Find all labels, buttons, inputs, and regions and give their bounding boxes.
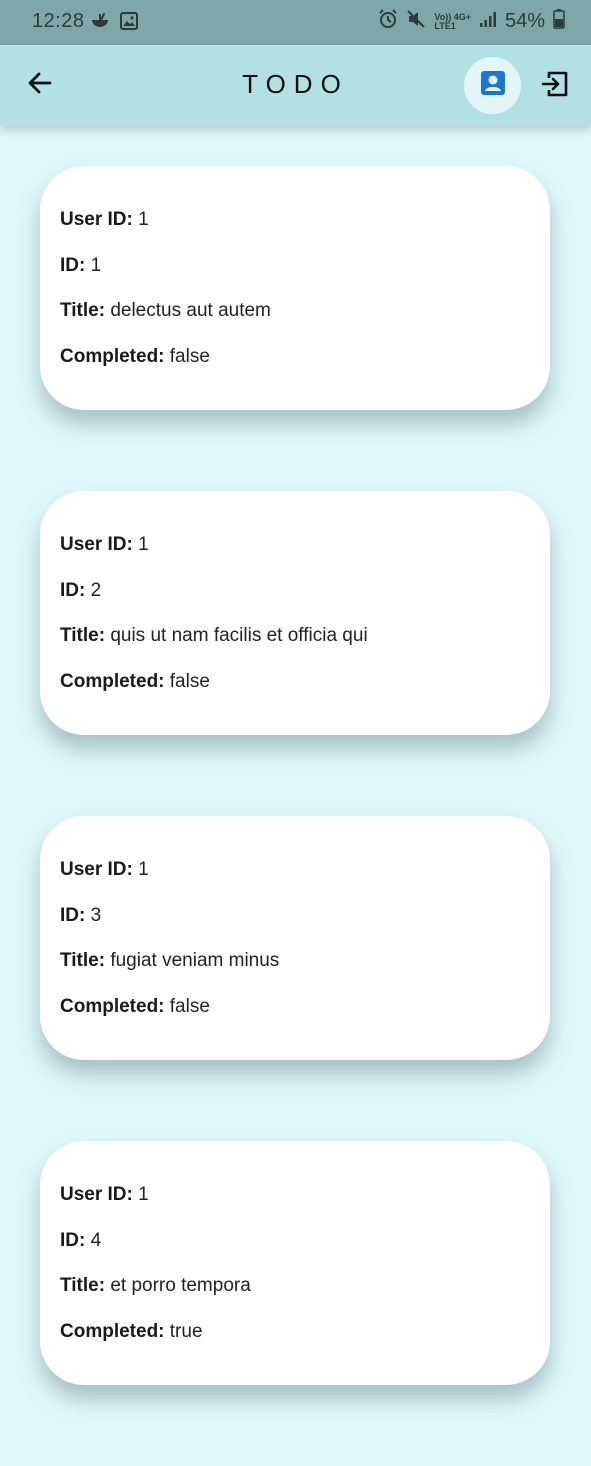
mute-icon [406, 9, 426, 34]
title-label: Title: [60, 1275, 106, 1296]
id-label: ID: [60, 579, 86, 601]
network-bottom-text: LTE1 [434, 20, 456, 31]
bowl-notification-icon [90, 11, 110, 36]
title-value: delectus aut autem [110, 300, 271, 321]
app-bar: TODO [0, 45, 591, 126]
completed-value: true [169, 1320, 203, 1342]
todo-card[interactable]: User ID: 1 ID: 2 Title: quis ut nam faci… [40, 491, 550, 735]
title-field: Title: delectus aut autem [60, 299, 530, 345]
title-field: Title: quis ut nam facilis et officia qu… [60, 624, 530, 670]
user-id-field: User ID: 1 [60, 1183, 530, 1229]
completed-value: false [169, 670, 210, 692]
user-id-label: User ID: [60, 1184, 133, 1205]
user-id-field: User ID: 1 [60, 858, 530, 904]
user-id-value: 1 [138, 209, 149, 230]
completed-field: Completed: false [60, 670, 530, 716]
completed-value: false [169, 995, 210, 1017]
completed-field: Completed: true [60, 1320, 530, 1366]
id-value: 2 [90, 579, 102, 601]
todo-card[interactable]: User ID: 1 ID: 3 Title: fugiat veniam mi… [40, 816, 550, 1060]
id-field: ID: 2 [60, 579, 530, 625]
exit-to-app-icon [540, 69, 570, 104]
todo-card[interactable]: User ID: 1 ID: 1 Title: delectus aut aut… [40, 166, 550, 410]
title-value: fugiat veniam minus [110, 950, 280, 971]
signal-icon [479, 10, 497, 33]
user-id-label: User ID: [60, 534, 133, 555]
status-system-icons: Vo)) 4G+ LTE1 54% [378, 9, 565, 34]
title-value: et porro tempora [110, 1275, 251, 1296]
user-id-value: 1 [138, 534, 149, 555]
status-time: 12:28 [32, 10, 85, 32]
user-id-value: 1 [138, 859, 149, 880]
id-field: ID: 3 [60, 904, 530, 950]
user-id-field: User ID: 1 [60, 533, 530, 579]
battery-icon [553, 9, 565, 34]
completed-field: Completed: false [60, 995, 530, 1041]
id-label: ID: [60, 904, 86, 926]
user-id-value: 1 [138, 1184, 149, 1205]
title-label: Title: [60, 625, 106, 646]
title-label: Title: [60, 950, 106, 971]
user-id-field: User ID: 1 [60, 208, 530, 254]
id-value: 3 [90, 904, 102, 926]
user-id-label: User ID: [60, 859, 133, 880]
logout-button[interactable] [538, 69, 572, 103]
completed-label: Completed: [60, 345, 165, 367]
todo-card[interactable]: User ID: 1 ID: 4 Title: et porro tempora… [40, 1141, 550, 1385]
id-field: ID: 4 [60, 1229, 530, 1275]
user-id-label: User ID: [60, 209, 133, 230]
title-value: quis ut nam facilis et officia qui [110, 625, 368, 646]
status-notification-icons [90, 11, 138, 36]
title-label: Title: [60, 300, 106, 321]
completed-label: Completed: [60, 670, 165, 692]
id-value: 1 [90, 254, 102, 276]
title-field: Title: fugiat veniam minus [60, 949, 530, 995]
id-label: ID: [60, 254, 86, 276]
todo-list: User ID: 1 ID: 1 Title: delectus aut aut… [40, 166, 550, 1466]
completed-value: false [169, 345, 210, 367]
image-notification-icon [120, 12, 138, 35]
profile-button[interactable] [464, 57, 521, 114]
id-field: ID: 1 [60, 254, 530, 300]
completed-label: Completed: [60, 1320, 165, 1342]
id-value: 4 [90, 1229, 102, 1251]
status-bar: 12:28 Vo)) 4G+ LTE1 54% [0, 0, 591, 45]
battery-percentage: 54% [504, 10, 545, 32]
alarm-icon [378, 9, 398, 34]
account-box-icon [479, 69, 507, 102]
title-field: Title: et porro tempora [60, 1274, 530, 1320]
completed-field: Completed: false [60, 345, 530, 391]
id-label: ID: [60, 1229, 86, 1251]
completed-label: Completed: [60, 995, 165, 1017]
network-indicator: Vo)) 4G+ LTE1 [434, 12, 471, 31]
